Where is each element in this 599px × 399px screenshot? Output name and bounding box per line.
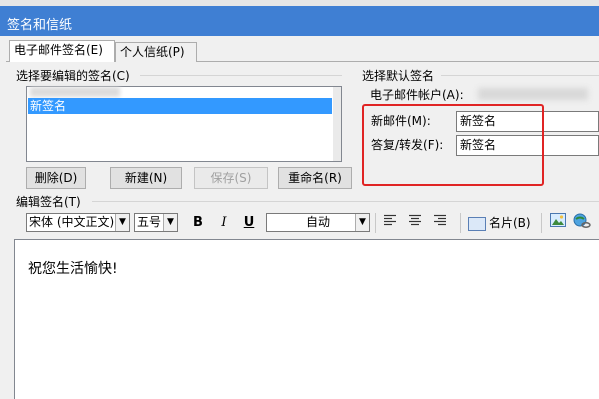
toolbar-separator (460, 213, 461, 233)
toolbar-separator (375, 213, 376, 233)
window-title: 签名和信纸 (7, 18, 73, 33)
color-value: 自动 (305, 215, 330, 229)
blurred-list-item (30, 87, 120, 97)
signature-list-item-selected[interactable]: 新签名 (28, 98, 332, 114)
group-divider-editor (92, 201, 599, 202)
toolbar-separator (541, 213, 542, 233)
align-center-icon[interactable] (405, 213, 425, 233)
color-dropdown-icon[interactable]: ▼ (355, 214, 369, 231)
title-bar[interactable]: 签名和信纸 (0, 6, 599, 36)
blurred-email-account[interactable] (478, 88, 588, 100)
delete-button[interactable]: 删除(D) (26, 167, 86, 189)
save-button[interactable]: 保存(S) (194, 167, 268, 189)
tab-personal-stationery[interactable]: 个人信纸(P) (115, 42, 197, 62)
hyperlink-icon[interactable] (572, 213, 592, 233)
signature-list-scrollbar[interactable] (333, 87, 341, 161)
email-account-label: 电子邮件帐户(A): (370, 88, 464, 102)
business-card-icon (468, 216, 486, 231)
tab-email-signature[interactable]: 电子邮件签名(E) (9, 40, 115, 62)
insert-picture-icon[interactable] (548, 213, 568, 233)
business-card-label: 名片(B) (489, 216, 531, 230)
select-signature-label: 选择要编辑的签名(C) (16, 69, 130, 83)
size-value: 五号 (137, 215, 162, 229)
group-divider (140, 75, 342, 76)
edit-signature-label: 编辑签名(T) (16, 195, 81, 209)
default-signature-label: 选择默认签名 (362, 69, 435, 83)
font-value: 宋体 (中文正文) (29, 215, 115, 229)
highlight-box (362, 104, 544, 186)
group-divider-right (441, 75, 599, 76)
font-dropdown-icon[interactable]: ▼ (115, 214, 129, 231)
align-left-icon[interactable] (380, 213, 400, 233)
size-dropdown-icon[interactable]: ▼ (163, 214, 177, 231)
bold-icon[interactable]: B (188, 213, 208, 233)
align-right-icon[interactable] (430, 213, 450, 233)
rename-button[interactable]: 重命名(R) (278, 167, 352, 189)
new-button[interactable]: 新建(N) (110, 167, 182, 189)
underline-icon[interactable]: U (239, 213, 259, 233)
signature-content: 祝您生活愉快! (28, 261, 118, 277)
italic-icon[interactable]: I (214, 213, 234, 233)
business-card-button[interactable]: 名片(B) (468, 213, 536, 233)
